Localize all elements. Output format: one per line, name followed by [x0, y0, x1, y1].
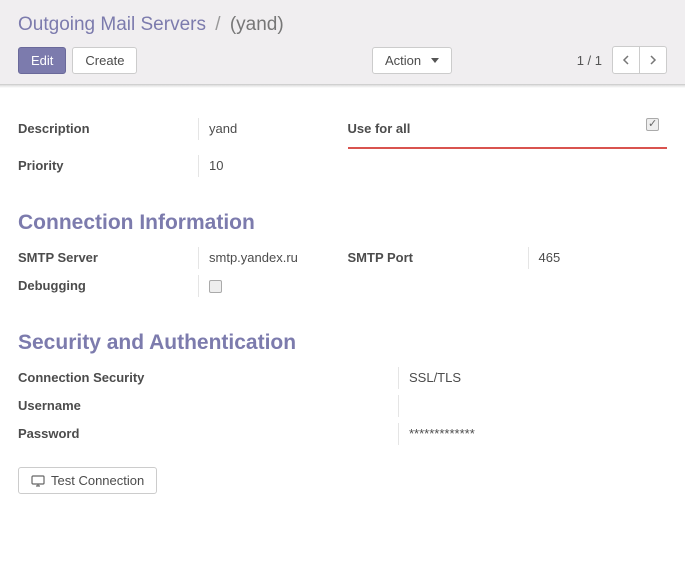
debugging-value [198, 275, 338, 297]
password-label: Password [18, 423, 398, 444]
create-button[interactable]: Create [72, 47, 137, 74]
action-label: Action [385, 53, 421, 68]
connection-section-title: Connection Information [18, 211, 667, 235]
description-label: Description [18, 118, 198, 139]
use-for-all-checkbox[interactable] [646, 118, 659, 131]
priority-label: Priority [18, 155, 198, 176]
priority-value: 10 [198, 155, 338, 177]
monitor-icon [31, 475, 45, 487]
use-for-all-label: Use for all [348, 118, 638, 139]
breadcrumb-parent[interactable]: Outgoing Mail Servers [18, 14, 206, 35]
pager-prev-button[interactable] [612, 46, 640, 74]
smtp-port-label: SMTP Port [348, 247, 528, 268]
username-label: Username [18, 395, 398, 416]
debugging-checkbox[interactable] [209, 280, 222, 293]
chevron-left-icon [622, 55, 630, 65]
breadcrumb-separator: / [211, 14, 224, 35]
description-value: yand [198, 118, 338, 140]
smtp-server-value: smtp.yandex.ru [198, 247, 338, 269]
breadcrumb: Outgoing Mail Servers / (yand) [18, 8, 667, 46]
test-connection-label: Test Connection [51, 473, 144, 488]
chevron-right-icon [649, 55, 657, 65]
pager: 1 / 1 [577, 46, 667, 74]
debugging-label: Debugging [18, 275, 198, 296]
chevron-down-icon [431, 58, 439, 63]
smtp-server-label: SMTP Server [18, 247, 198, 268]
password-value: ************* [398, 423, 667, 445]
username-value [398, 395, 667, 417]
toolbar: Edit Create Action 1 / 1 [18, 46, 667, 74]
action-dropdown[interactable]: Action [372, 47, 452, 74]
content: Description yand Use for all Priority 10… [0, 88, 685, 514]
connection-security-label: Connection Security [18, 367, 398, 388]
smtp-port-value: 465 [528, 247, 668, 269]
pager-next-button[interactable] [639, 46, 667, 74]
pager-text: 1 / 1 [577, 53, 602, 68]
edit-button[interactable]: Edit [18, 47, 66, 74]
breadcrumb-current: (yand) [230, 14, 284, 35]
security-section-title: Security and Authentication [18, 331, 667, 355]
header: Outgoing Mail Servers / (yand) Edit Crea… [0, 0, 685, 85]
test-connection-button[interactable]: Test Connection [18, 467, 157, 494]
connection-security-value: SSL/TLS [398, 367, 667, 389]
